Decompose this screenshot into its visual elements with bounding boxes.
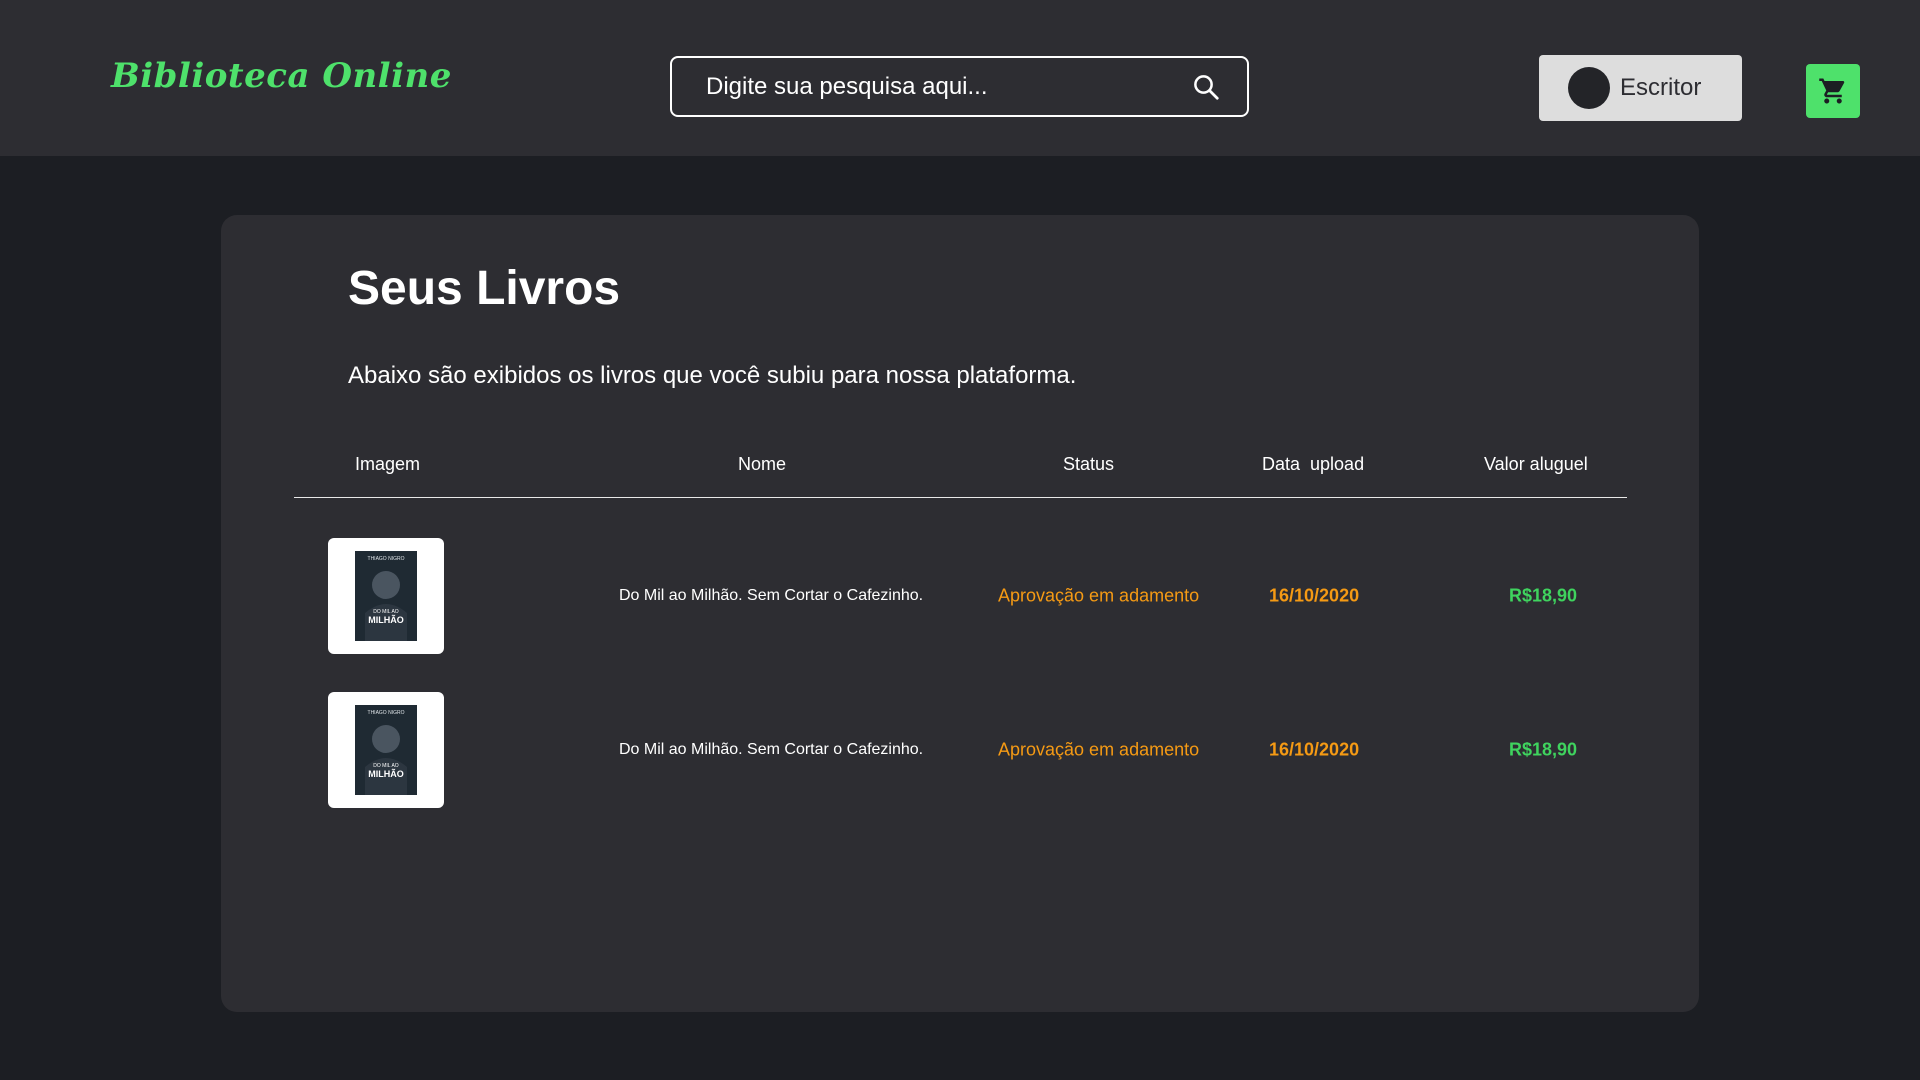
- user-profile-button[interactable]: Escritor: [1539, 55, 1742, 121]
- site-logo[interactable]: Biblioteca Online: [111, 56, 452, 96]
- book-cover-author: THIAGO NIGRO: [368, 710, 405, 716]
- book-status: Aprovação em adamento: [998, 585, 1200, 606]
- search-icon[interactable]: [1191, 72, 1221, 102]
- book-cover-title-bottom: MILHÃO: [368, 615, 404, 625]
- book-cover-author: THIAGO NIGRO: [368, 556, 405, 562]
- search-input[interactable]: [672, 58, 1191, 115]
- column-header-upload-date: Data upload: [1262, 454, 1365, 474]
- book-upload-date: 16/10/2020: [1269, 585, 1360, 606]
- table-row[interactable]: THIAGO NIGRO DO MIL AO MILHÃO Do Mil ao …: [221, 538, 1699, 654]
- user-role-label: Escritor: [1620, 74, 1702, 101]
- book-cover-title-bottom: MILHÃO: [368, 769, 404, 779]
- cart-icon: [1819, 78, 1845, 104]
- table-header-divider: [294, 497, 1627, 498]
- column-header-name: Nome: [738, 454, 787, 474]
- book-thumbnail[interactable]: THIAGO NIGRO DO MIL AO MILHÃO: [328, 538, 444, 654]
- book-status: Aprovação em adamento: [998, 739, 1200, 760]
- book-upload-date: 16/10/2020: [1269, 739, 1360, 760]
- book-rent-price: R$18,90: [1509, 739, 1578, 760]
- column-header-status: Status: [1063, 454, 1115, 474]
- book-name: Do Mil ao Milhão. Sem Cortar o Cafezinho…: [619, 587, 924, 604]
- book-cover-image: THIAGO NIGRO DO MIL AO MILHÃO: [355, 551, 417, 641]
- book-cover-image: THIAGO NIGRO DO MIL AO MILHÃO: [355, 705, 417, 795]
- book-name: Do Mil ao Milhão. Sem Cortar o Cafezinho…: [619, 741, 924, 758]
- column-header-image: Imagem: [355, 454, 421, 474]
- avatar: [1568, 67, 1610, 109]
- books-panel: Seus Livros Abaixo são exibidos os livro…: [221, 215, 1699, 1012]
- column-header-rent-price: Valor aluguel: [1484, 454, 1588, 474]
- page-description: Abaixo são exibidos os livros que você s…: [348, 362, 1077, 389]
- search-box[interactable]: [670, 56, 1249, 117]
- page-title: Seus Livros: [348, 262, 621, 315]
- table-row[interactable]: THIAGO NIGRO DO MIL AO MILHÃO Do Mil ao …: [221, 692, 1699, 808]
- book-thumbnail[interactable]: THIAGO NIGRO DO MIL AO MILHÃO: [328, 692, 444, 808]
- book-rent-price: R$18,90: [1509, 585, 1578, 606]
- top-bar: Biblioteca Online Escritor: [0, 0, 1920, 156]
- cart-button[interactable]: [1806, 64, 1860, 118]
